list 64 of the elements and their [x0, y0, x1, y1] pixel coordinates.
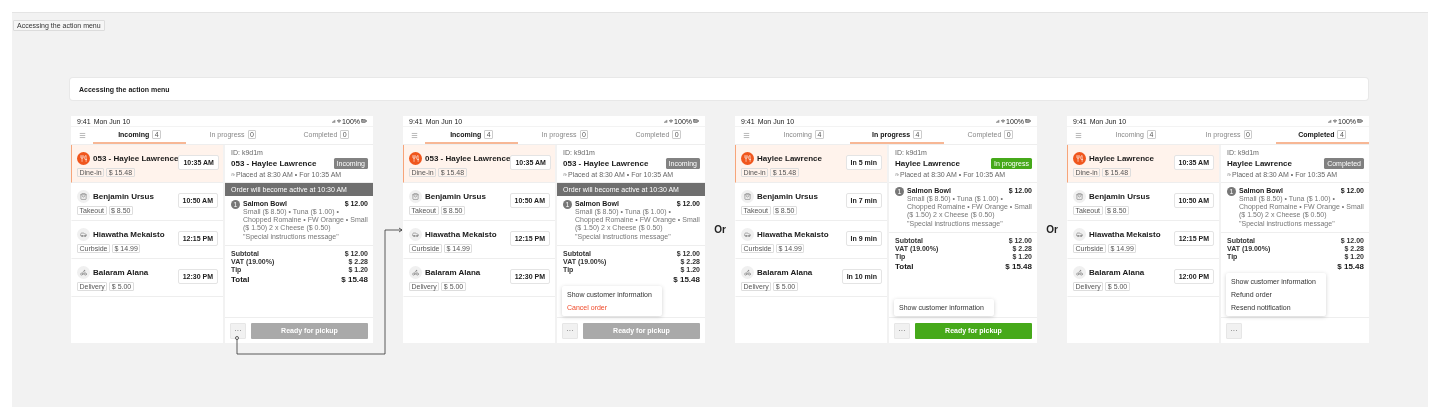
car-icon: [1073, 228, 1086, 241]
menu-icon[interactable]: [78, 132, 86, 139]
wifi-icon: [1333, 119, 1338, 123]
menu-icon[interactable]: [410, 132, 418, 139]
bag-icon: [77, 190, 90, 203]
order-title: 053 - Haylee Lawrence: [231, 159, 317, 168]
customer-name: Balaram Alana: [757, 268, 813, 277]
fork-knife-icon: [77, 152, 90, 165]
bicycle-icon: [77, 266, 90, 279]
or-label: Or: [1046, 224, 1058, 235]
bag-icon: [741, 190, 754, 203]
grand-total-value: $ 15.48: [341, 275, 368, 285]
menu-icon[interactable]: [1074, 132, 1082, 139]
signal-icon: [332, 119, 337, 123]
battery-icon: [1025, 118, 1031, 124]
signal-icon: [664, 119, 669, 123]
wifi-icon: [337, 119, 342, 123]
customer-name: Balaram Alana: [425, 268, 481, 277]
signal-icon: [996, 119, 1001, 123]
bicycle-icon: [409, 266, 422, 279]
grand-total-value: $ 15.48: [1337, 262, 1364, 272]
menu-icon[interactable]: [742, 132, 750, 139]
customer-name: 053 - Haylee Lawrence: [425, 154, 511, 163]
customer-name: Hiawatha Mekaisto: [757, 230, 829, 239]
car-icon: [409, 228, 422, 241]
customer-name: Benjamin Ursus: [425, 192, 486, 201]
car-icon: [741, 228, 754, 241]
grand-total-label: Total: [231, 275, 250, 285]
customer-name: 053 - Haylee Lawrence: [93, 154, 179, 163]
clock-icon: [563, 172, 567, 177]
grand-total-value: $ 15.48: [1005, 262, 1032, 272]
clock-icon: [895, 172, 899, 177]
grand-total-label: Total: [895, 262, 914, 272]
customer-name: Benjamin Ursus: [1089, 192, 1150, 201]
bicycle-icon: [741, 266, 754, 279]
customer-name: Hiawatha Mekaisto: [93, 230, 165, 239]
bag-icon: [1073, 190, 1086, 203]
clock-icon: [231, 172, 235, 177]
fork-knife-icon: [409, 152, 422, 165]
wifi-icon: [669, 119, 674, 123]
grand-total-value: $ 15.48: [673, 275, 700, 285]
clock-icon: [1227, 172, 1231, 177]
battery-icon: [1357, 118, 1363, 124]
signal-icon: [1328, 119, 1333, 123]
or-label: Or: [714, 224, 726, 235]
battery-icon: [693, 118, 699, 124]
car-icon: [77, 228, 90, 241]
order-title: Haylee Lawrence: [895, 159, 960, 168]
customer-name: Balaram Alana: [1089, 268, 1145, 277]
customer-name: Haylee Lawrence: [757, 154, 822, 163]
order-title: 053 - Haylee Lawrence: [563, 159, 649, 168]
battery-icon: [361, 118, 367, 124]
customer-name: Benjamin Ursus: [757, 192, 818, 201]
bicycle-icon: [1073, 266, 1086, 279]
order-title: Haylee Lawrence: [1227, 159, 1292, 168]
fork-knife-icon: [741, 152, 754, 165]
customer-name: Balaram Alana: [93, 268, 149, 277]
fork-knife-icon: [1073, 152, 1086, 165]
customer-name: Haylee Lawrence: [1089, 154, 1154, 163]
customer-name: Hiawatha Mekaisto: [425, 230, 497, 239]
bag-icon: [409, 190, 422, 203]
customer-name: Benjamin Ursus: [93, 192, 154, 201]
customer-name: Hiawatha Mekaisto: [1089, 230, 1161, 239]
wifi-icon: [1001, 119, 1006, 123]
